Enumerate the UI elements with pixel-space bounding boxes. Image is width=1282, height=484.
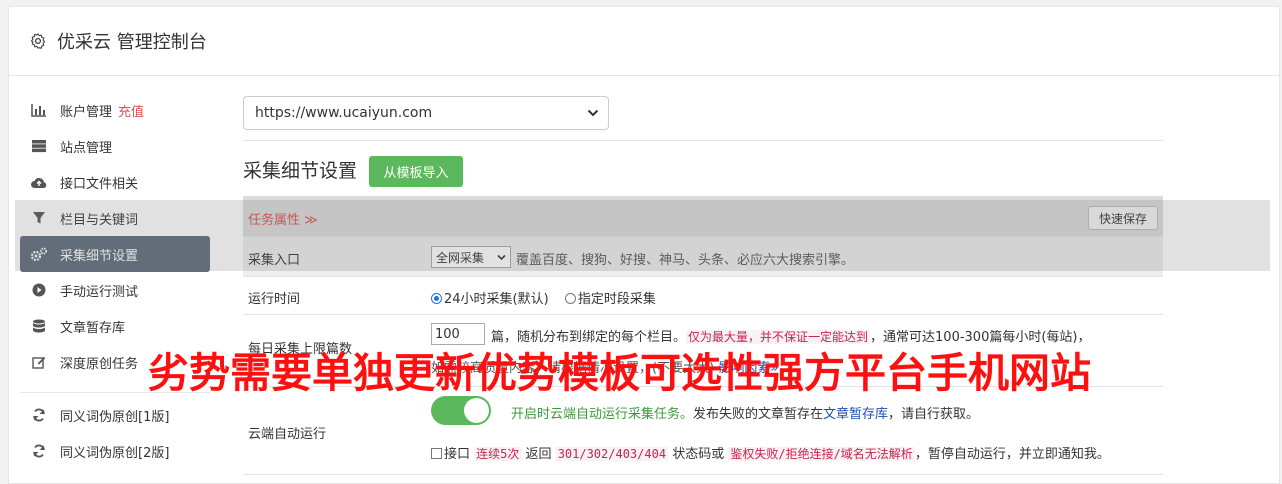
table-header-row: 任务属性 ≫ 快速保存	[243, 196, 1163, 237]
sidebar-item-interface-files[interactable]: 接口文件相关	[20, 164, 210, 200]
cloud-run-label: 云端自动运行	[248, 427, 327, 442]
site-select-value: https://www.ucaiyun.com	[255, 105, 433, 121]
sidebar-item-deep-original[interactable]: 深度原创任务	[20, 344, 210, 380]
entry-label: 采集入口	[248, 253, 301, 268]
sidebar-divider	[20, 392, 210, 393]
settings-table: 任务属性 ≫ 快速保存 采集入口 全网采集 覆盖百度、搜狗、好搜、神马、头条、必…	[243, 196, 1163, 475]
sidebar-item-label: 栏目与关键词	[60, 212, 139, 228]
sidebar-item-label: 文章暂存库	[60, 320, 126, 336]
app-title: 优采云 管理控制台	[57, 32, 207, 53]
section-title: 采集细节设置	[243, 160, 358, 182]
pause-hl-2: 301/302/403/404	[555, 447, 669, 461]
sidebar-item-label: 深度原创任务	[60, 356, 139, 372]
sidebar-item-sites[interactable]: 站点管理	[20, 128, 210, 164]
table-row: 每日采集上限篇数 100 篇，随机分布到绑定的每个栏目。 仅为最大量，并不保证一定…	[243, 315, 1163, 387]
bar-chart-icon	[30, 102, 48, 118]
entry-select-value: 全网采集	[436, 250, 485, 265]
entry-description: 覆盖百度、搜狗、好搜、神马、头条、必应六大搜索引擎。	[516, 253, 855, 268]
daily-text-2: ，通常可达100-300篇每小时(每站)，	[870, 330, 1091, 345]
filter-icon	[30, 210, 48, 226]
daily-limit-input[interactable]: 100	[431, 323, 485, 345]
cloud-run-text-3: ，请自行获取。	[888, 407, 980, 422]
pause-hl-3: 鉴权失败/拒绝连接/域名无法解析	[728, 447, 915, 461]
daily-highlight: 仅为最大量，并不保证一定能达到	[686, 330, 871, 344]
table-row: 运行时间 24小时采集(默认) 指定时段采集	[243, 277, 1163, 315]
chevron-down-icon	[587, 109, 599, 117]
factors-link[interactable]: 影响因素»	[718, 361, 778, 376]
quick-save-button[interactable]: 快速保存	[1088, 206, 1158, 230]
pause-cb-label: 接口	[444, 447, 471, 462]
cloud-run-toggle[interactable]	[431, 396, 491, 425]
database-icon	[30, 318, 48, 334]
gear-icon	[30, 33, 46, 49]
pause-rule: 接口 连续5次 返回 301/302/403/404 状态码或 鉴权失败/拒绝连…	[431, 443, 1110, 462]
edit-icon	[30, 354, 48, 370]
sidebar-item-synonym-v1[interactable]: 同义词伪原创[1版]	[20, 397, 210, 433]
sidebar-item-manual-test[interactable]: 手动运行测试	[20, 272, 210, 308]
sidebar-item-label: 站点管理	[60, 140, 113, 156]
play-circle-icon	[30, 282, 48, 298]
pause-checkbox[interactable]	[431, 448, 442, 459]
cloud-run-enabled-text: 开启时云端自动运行采集任务。	[511, 407, 694, 422]
pause-hl-1: 连续5次	[474, 447, 522, 461]
refresh-icon	[30, 407, 48, 423]
radio-24h[interactable]	[431, 293, 442, 304]
daily-line2: 如需较高质量内容，请根据情况设置，	[431, 361, 653, 376]
sidebar-item-synonym-v2[interactable]: 同义词伪原创[2版]	[20, 433, 210, 469]
article-store-link[interactable]: 文章暂存库	[823, 407, 888, 422]
cloud-run-desc: 开启时云端自动运行采集任务。发布失败的文章暂存在文章暂存库，请自行获取。	[511, 403, 979, 422]
divider	[243, 140, 1163, 141]
toggle-knob	[464, 398, 489, 423]
sidebar-item-columns-keywords[interactable]: 栏目与关键词	[20, 200, 210, 236]
radio-24h-label: 24小时采集(默认)	[444, 292, 549, 307]
sidebar-item-article-store[interactable]: 文章暂存库	[20, 308, 210, 344]
sidebar-item-label: 采集细节设置	[60, 248, 139, 264]
header: 优采云 管理控制台	[9, 7, 1279, 76]
table-row: 采集入口 全网采集 覆盖百度、搜狗、好搜、神马、头条、必应六大搜索引擎。	[243, 237, 1163, 277]
server-icon	[30, 138, 48, 154]
sidebar-item-label: 同义词伪原创[1版]	[60, 409, 170, 425]
refresh-icon	[30, 443, 48, 459]
radio-scheduled-label: 指定时段采集	[577, 292, 656, 307]
sidebar-item-label: 手动运行测试	[60, 284, 139, 300]
site-select[interactable]: https://www.ucaiyun.com	[243, 96, 609, 130]
pause-text-5: 状态码或	[672, 447, 725, 462]
sidebar: 账户管理 充值 站点管理 接口文件相关 栏目与关键词 采集细节设置 手动运行测试…	[20, 92, 210, 469]
daily-limit-label: 每日采集上限篇数	[248, 342, 353, 357]
sidebar-item-account[interactable]: 账户管理 充值	[20, 92, 210, 128]
cloud-run-text-2: 发布失败的文章暂存在	[693, 407, 824, 422]
daily-text-1: 篇，随机分布到绑定的每个栏目。	[491, 330, 687, 345]
daily-limit-desc: 篇，随机分布到绑定的每个栏目。 仅为最大量，并不保证一定能达到 ，通常可达100-3…	[491, 326, 1091, 345]
task-attributes-toggle[interactable]: 任务属性 ≫	[248, 209, 318, 228]
radio-scheduled[interactable]	[564, 293, 576, 304]
sidebar-item-label: 账户管理	[60, 104, 113, 120]
import-template-button[interactable]: 从模板导入	[369, 156, 463, 187]
entry-select[interactable]: 全网采集	[431, 246, 511, 268]
sidebar-item-label: 同义词伪原创[2版]	[60, 445, 170, 461]
gears-icon	[30, 246, 48, 262]
table-row: 云端自动运行 开启时云端自动运行采集任务。发布失败的文章暂存在文章暂存库，请自行…	[243, 387, 1163, 475]
sidebar-item-label: 接口文件相关	[60, 176, 139, 192]
pause-text-6: ，暂停自动运行，并立即通知我。	[914, 447, 1110, 462]
pause-text-4: 返回	[525, 447, 552, 462]
run-time-label: 运行时间	[248, 292, 301, 307]
cloud-upload-icon	[30, 174, 48, 190]
chevron-down-icon	[497, 254, 506, 261]
run-time-options: 24小时采集(默认) 指定时段采集	[431, 288, 656, 307]
daily-limit-desc-2: 如需较高质量内容，请根据情况设置，(不要太大) 影响因素»	[431, 357, 778, 376]
recharge-link[interactable]: 充值	[118, 101, 144, 120]
sidebar-item-collect-settings[interactable]: 采集细节设置	[20, 236, 210, 272]
daily-line2b: (不要太大)	[652, 361, 715, 376]
